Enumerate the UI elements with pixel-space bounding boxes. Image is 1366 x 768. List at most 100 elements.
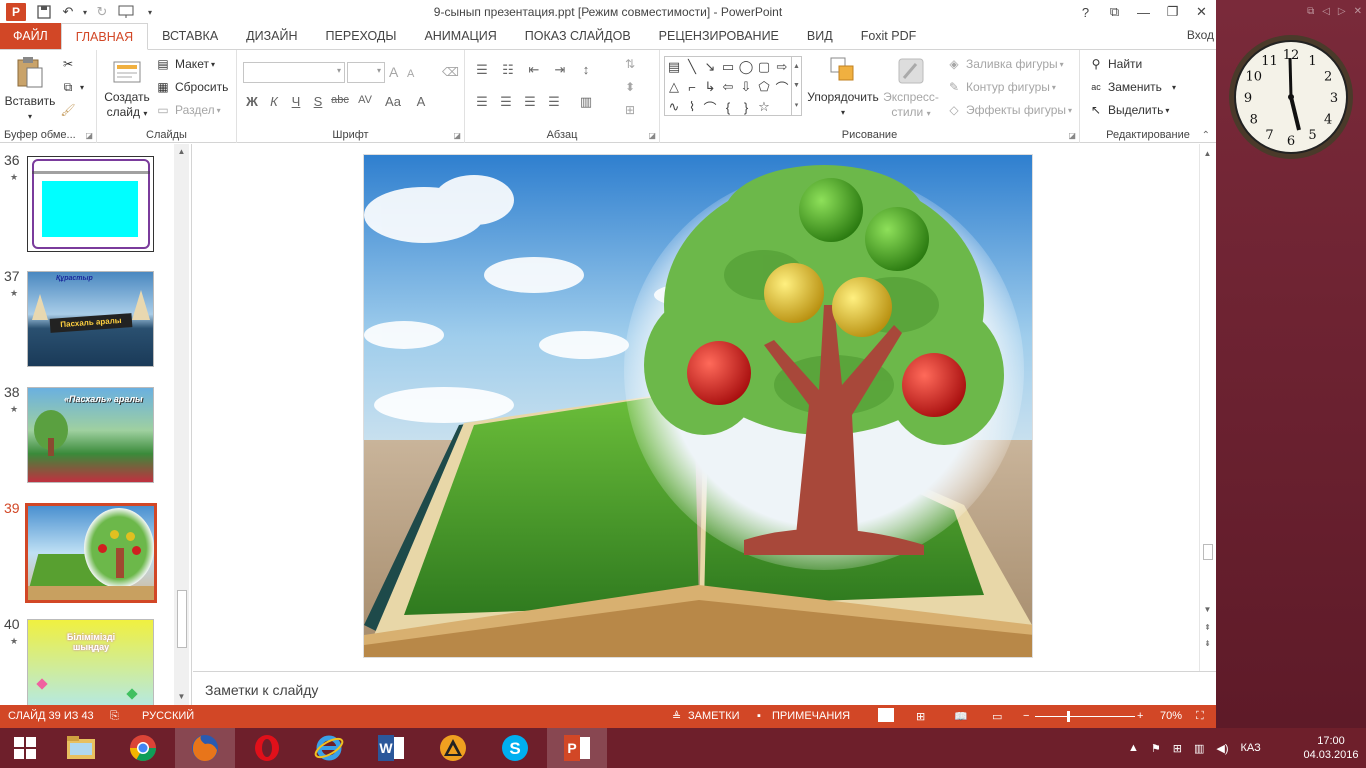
close-icon[interactable]: ✕ [1187, 0, 1216, 24]
windows-tray-icon[interactable]: ⊞ [1173, 742, 1182, 755]
grow-font-button[interactable]: A [389, 62, 398, 82]
collapse-ribbon-icon[interactable]: ⌃ [1202, 130, 1210, 141]
slide-thumbnail-38[interactable]: «Пасхаль» аралы [27, 387, 154, 483]
normal-view-icon[interactable] [878, 708, 894, 722]
taskbar-file-explorer[interactable] [51, 728, 111, 768]
save-icon[interactable] [32, 1, 56, 23]
tab-design[interactable]: ДИЗАЙН [232, 23, 311, 49]
arc-shape-icon[interactable]: ⌒ [701, 97, 719, 117]
tab-review[interactable]: РЕЦЕНЗИРОВАНИЕ [645, 23, 793, 49]
text-direction-icon[interactable]: ⇅ [625, 54, 635, 74]
reset-button[interactable]: ▦ Сбросить [155, 77, 228, 97]
scroll-up-icon[interactable]: ▲ [1200, 146, 1215, 160]
reading-view-icon[interactable]: 📖 [954, 710, 968, 723]
line-spacing-icon[interactable]: ↕ [577, 62, 595, 78]
tab-home[interactable]: ГЛАВНАЯ [60, 23, 149, 50]
increase-indent-icon[interactable]: ⇥ [551, 62, 569, 78]
notes-toggle-icon[interactable]: ≜ [672, 710, 681, 723]
align-text-icon[interactable]: ⬍ [625, 77, 635, 97]
fit-to-window-icon[interactable]: ⛶ [1196, 710, 1204, 723]
cut-button[interactable]: ✂ [60, 54, 80, 74]
bold-button[interactable]: Ж [243, 94, 261, 109]
clipboard-launcher-icon[interactable]: ◪ [85, 131, 93, 140]
star-shape-icon[interactable]: ☆ [755, 97, 773, 117]
taskbar-powerpoint[interactable]: P [547, 728, 607, 768]
underline-button[interactable]: Ч [287, 94, 305, 109]
drawing-launcher-icon[interactable]: ◪ [1068, 131, 1076, 140]
spacing-button[interactable]: AV [353, 94, 377, 109]
select-button[interactable]: ↖ Выделить ▾ [1088, 100, 1169, 120]
customize-toolbar-icon[interactable]: ▾ [138, 1, 162, 23]
taskbar-internet-explorer[interactable] [299, 728, 359, 768]
input-language[interactable]: КАЗ [1241, 742, 1261, 754]
clear-formatting-icon[interactable]: ⌫ [442, 62, 459, 82]
copy-button[interactable]: ⧉ ▾ [60, 77, 84, 97]
taskbar-skype[interactable]: S [485, 728, 545, 768]
decrease-indent-icon[interactable]: ⇤ [525, 62, 543, 78]
undo-icon[interactable]: ↶ [56, 1, 80, 23]
clock-gadget[interactable]: 12 1234567891011 [1226, 32, 1356, 162]
slide-thumbnail-39[interactable] [25, 503, 157, 603]
slide-thumbnail-40[interactable]: Білімімізді шыңдау [27, 619, 154, 705]
freeform-shape-icon[interactable]: ⌇ [683, 97, 701, 117]
paste-button[interactable]: Вставить ▾ [4, 56, 56, 124]
font-name-combo[interactable]: ▾ [243, 62, 345, 83]
slide-panel-scrollbar[interactable]: ▲ ▼ [174, 144, 189, 705]
restore-icon[interactable]: ❐ [1158, 0, 1187, 24]
more-shapes-icon[interactable]: ⌒ [773, 77, 791, 97]
font-launcher-icon[interactable]: ◪ [453, 131, 461, 140]
strikethrough-button[interactable]: abc [331, 94, 349, 109]
rectangle-shape-icon[interactable]: ▭ [719, 57, 737, 77]
shapes-gallery-scroll[interactable]: ▲ ▼ ▾ [792, 56, 802, 116]
editor-scrollbar[interactable]: ▲ ▼ ⇞ ⇟ [1199, 144, 1216, 671]
notes-toggle-button[interactable]: ЗАМЕТКИ [688, 710, 740, 722]
triangle-shape-icon[interactable]: △ [665, 77, 683, 97]
next-slide-icon[interactable]: ⇟ [1200, 636, 1215, 650]
right-arrow-shape-icon[interactable]: ⇨ [773, 57, 791, 77]
previous-slide-icon[interactable]: ⇞ [1200, 620, 1215, 634]
action-center-flag-icon[interactable]: ⚑ [1151, 742, 1161, 755]
ribbon-display-options-icon[interactable]: ⧉ [1100, 0, 1129, 24]
right-brace-icon[interactable]: } [737, 97, 755, 117]
numbering-icon[interactable]: ☷ [499, 62, 517, 78]
shape-outline-button[interactable]: ✎ Контур фигуры ▾ [946, 77, 1056, 97]
gadget-close-icon[interactable]: ✕ [1354, 6, 1362, 17]
curve-shape-icon[interactable]: ∿ [665, 97, 683, 117]
network-icon[interactable]: ▥ [1194, 742, 1204, 755]
gadget-prev-icon[interactable]: ◁ [1322, 6, 1330, 17]
current-slide-canvas[interactable] [363, 154, 1033, 658]
taskbar-opera[interactable] [237, 728, 297, 768]
smartart-icon[interactable]: ⊞ [625, 100, 635, 120]
scroll-down-icon[interactable]: ▼ [174, 689, 189, 703]
rounded-rect-shape-icon[interactable]: ▢ [755, 57, 773, 77]
shapes-gallery[interactable]: ▤ ╲ ↘ ▭ ◯ ▢ ⇨ △ ⌐ ↳ ⇦ ⇩ ⬠ ⌒ ∿ ⌇ ⌒ { } ☆ [664, 56, 792, 116]
redo-icon[interactable]: ↻ [90, 1, 114, 23]
tab-slideshow[interactable]: ПОКАЗ СЛАЙДОВ [511, 23, 645, 49]
bullets-icon[interactable]: ☰ [473, 62, 491, 78]
start-slideshow-icon[interactable] [114, 1, 138, 23]
zoom-in-icon[interactable]: + [1137, 710, 1143, 722]
section-button[interactable]: ▭ Раздел ▾ [155, 100, 220, 120]
slideshow-view-icon[interactable]: ▭ [992, 710, 1002, 723]
pentagon-shape-icon[interactable]: ⬠ [755, 77, 773, 97]
gadget-next-icon[interactable]: ▷ [1338, 6, 1346, 17]
zoom-level[interactable]: 70% [1160, 710, 1182, 722]
oval-shape-icon[interactable]: ◯ [737, 57, 755, 77]
columns-icon[interactable]: ▥ [577, 94, 595, 110]
spellcheck-icon[interactable]: ⎘ [110, 710, 119, 723]
notes-placeholder[interactable]: Заметки к слайду [205, 682, 318, 698]
align-right-icon[interactable]: ☰ [521, 94, 539, 110]
comments-toggle-button[interactable]: ПРИМЕЧАНИЯ [772, 710, 850, 722]
shape-effects-button[interactable]: ◇ Эффекты фигуры ▾ [946, 100, 1072, 120]
align-center-icon[interactable]: ☰ [497, 94, 515, 110]
zoom-slider-thumb[interactable] [1067, 711, 1070, 722]
tab-transitions[interactable]: ПЕРЕХОДЫ [312, 23, 411, 49]
undo-dropdown-icon[interactable]: ▾ [80, 1, 90, 23]
volume-icon[interactable]: ◀) [1216, 742, 1228, 755]
scroll-up-icon[interactable]: ▲ [174, 144, 189, 158]
textbox-shape-icon[interactable]: ▤ [665, 57, 683, 77]
tab-view[interactable]: ВИД [793, 23, 847, 49]
format-painter-button[interactable]: 🖌 [60, 100, 80, 120]
notes-pane[interactable]: Заметки к слайду [193, 671, 1216, 705]
slide-thumbnail-37[interactable]: Құрастыр Пасхаль аралы [27, 271, 154, 367]
